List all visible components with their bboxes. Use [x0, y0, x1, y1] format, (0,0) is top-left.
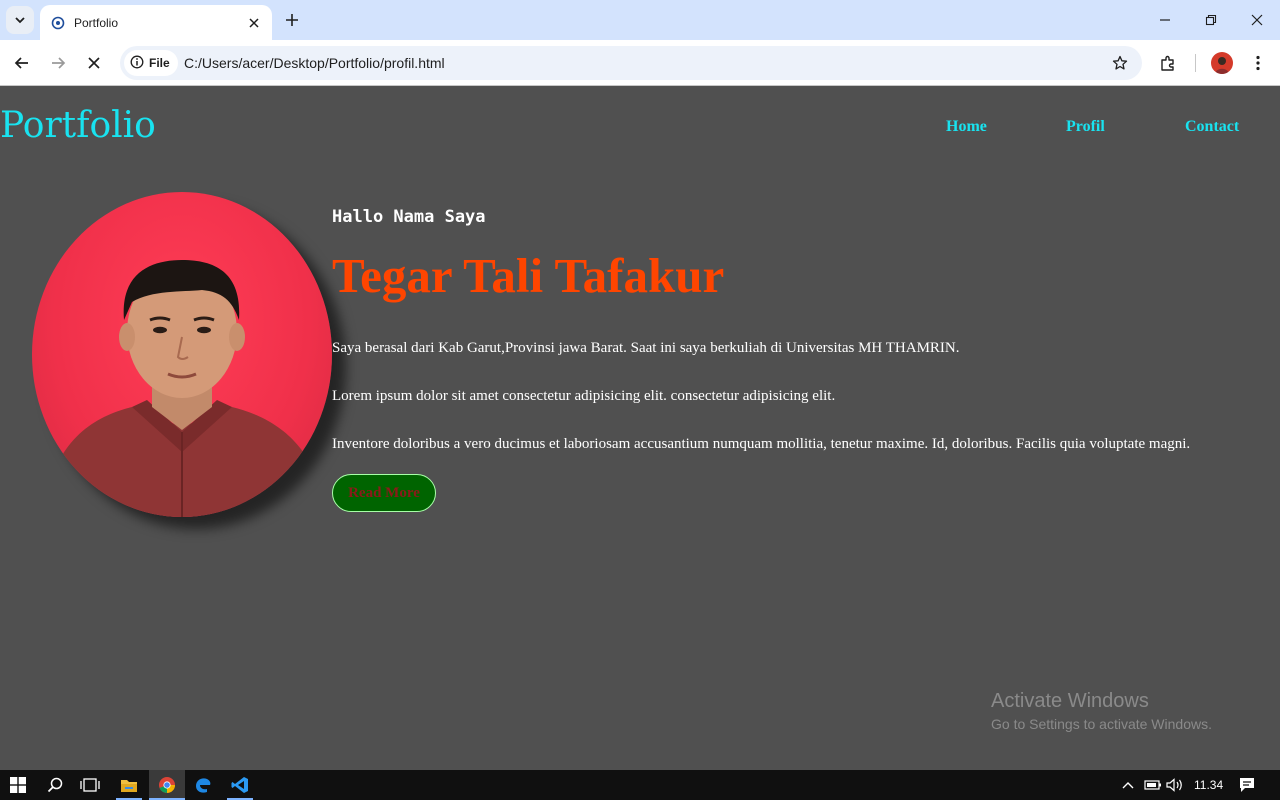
notification-icon[interactable] — [1234, 773, 1260, 797]
file-explorer-icon[interactable] — [116, 773, 142, 797]
browser-toolbar: File C:/Users/acer/Desktop/Portfolio/pro… — [0, 40, 1280, 86]
web-page: Portfolio Home Profil Contact Hallo Nama… — [0, 87, 1280, 770]
extensions-icon[interactable] — [1155, 50, 1181, 76]
close-icon[interactable] — [246, 15, 262, 31]
profile-photo — [32, 192, 332, 517]
address-bar[interactable]: File C:/Users/acer/Desktop/Portfolio/pro… — [120, 46, 1142, 80]
vscode-icon[interactable] — [227, 773, 253, 797]
url-text[interactable]: C:/Users/acer/Desktop/Portfolio/profil.h… — [184, 55, 445, 71]
site-logo[interactable]: Portfolio — [0, 105, 156, 146]
globe-icon — [50, 15, 66, 31]
star-icon[interactable] — [1110, 53, 1130, 73]
taskbar-clock[interactable]: 11.34 — [1194, 778, 1223, 792]
volume-icon[interactable] — [1162, 773, 1188, 797]
intro-paragraph-3: Inventore doloribus a vero ducimus et la… — [332, 436, 1191, 452]
forward-arrow-icon[interactable] — [45, 50, 71, 76]
minimize-icon[interactable] — [1153, 8, 1177, 32]
site-info-chip[interactable]: File — [124, 50, 178, 76]
intro-paragraph-1: Saya berasal dari Kab Garut,Provinsi jaw… — [332, 340, 960, 356]
task-view-icon[interactable] — [77, 773, 103, 797]
tab-strip: Portfolio — [0, 0, 1280, 40]
activation-subtitle: Go to Settings to activate Windows. — [991, 716, 1212, 732]
nav-contact[interactable]: Contact — [1185, 118, 1239, 136]
chip-label: File — [149, 56, 170, 70]
toolbar-divider — [1195, 54, 1196, 72]
close-window-icon[interactable] — [1245, 8, 1269, 32]
tab-title: Portfolio — [74, 15, 119, 30]
plus-icon[interactable] — [282, 10, 302, 30]
greeting-text: Hallo Nama Saya — [332, 207, 486, 227]
profile-avatar[interactable] — [1211, 52, 1233, 74]
stop-loading-icon[interactable] — [81, 50, 107, 76]
restore-icon[interactable] — [1199, 8, 1223, 32]
menu-dots-icon[interactable] — [1245, 50, 1271, 76]
read-more-button[interactable]: Read More — [332, 474, 436, 512]
back-arrow-icon[interactable] — [9, 50, 35, 76]
info-icon — [130, 54, 144, 73]
person-name: Tegar Tali Tafakur — [332, 248, 725, 303]
taskbar: 11.34 — [0, 770, 1280, 800]
nav-home[interactable]: Home — [946, 118, 987, 136]
activation-title: Activate Windows — [991, 690, 1149, 712]
nav-profil[interactable]: Profil — [1066, 118, 1105, 136]
search-icon[interactable] — [42, 773, 68, 797]
intro-paragraph-2: Lorem ipsum dolor sit amet consectetur a… — [332, 388, 836, 404]
chevron-up-icon[interactable] — [1115, 773, 1141, 797]
active-tab[interactable]: Portfolio — [40, 5, 272, 40]
edge-icon[interactable] — [190, 773, 216, 797]
chrome-icon[interactable] — [154, 773, 180, 797]
tab-search-icon[interactable] — [6, 6, 34, 34]
windows-start-icon[interactable] — [5, 773, 31, 797]
